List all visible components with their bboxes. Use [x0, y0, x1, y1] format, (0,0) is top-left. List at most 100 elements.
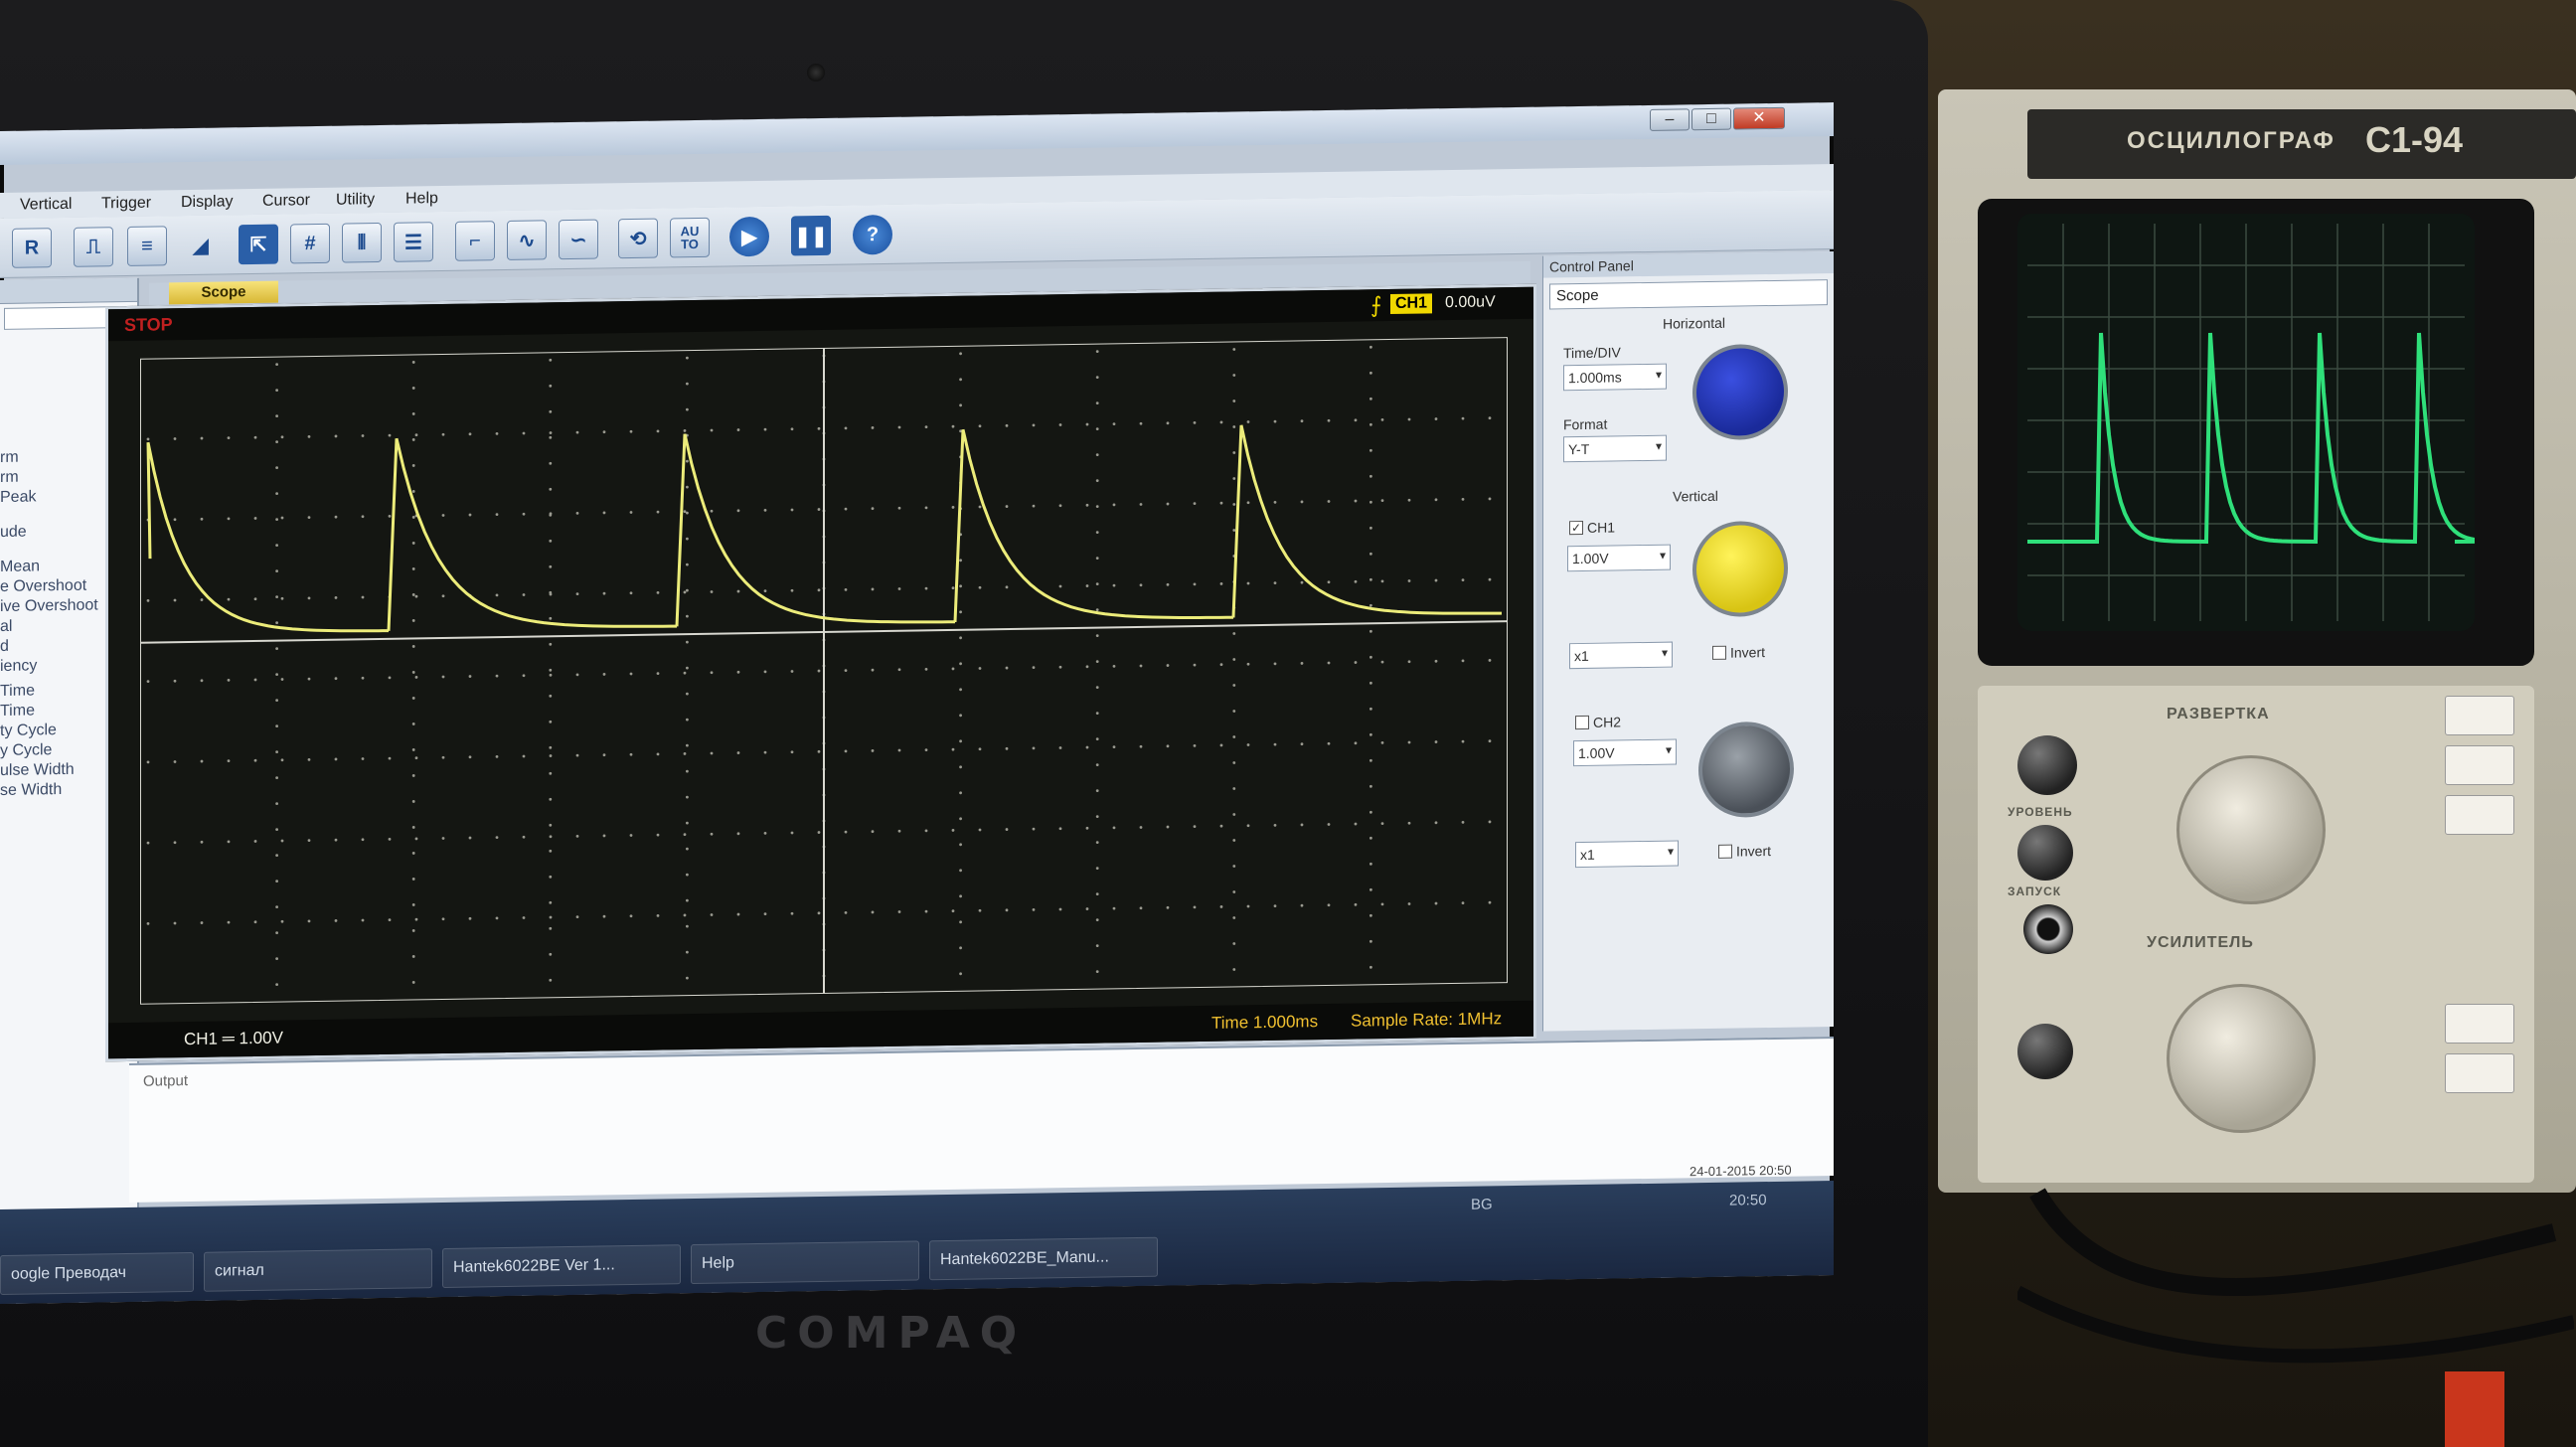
measurement-item[interactable]: Time: [0, 702, 35, 721]
measurement-item[interactable]: Peak: [0, 488, 36, 507]
ch2-volts-knob[interactable]: [1698, 721, 1794, 819]
grid-dot: [280, 839, 284, 843]
taskbar-item-manual[interactable]: Hantek6022BE_Manu...: [929, 1236, 1158, 1281]
menu-vertical[interactable]: Vertical: [20, 196, 72, 215]
pause-icon[interactable]: ❚❚: [791, 215, 831, 256]
ch1-volts-select[interactable]: 1.00V: [1567, 544, 1671, 572]
measurement-item[interactable]: rm: [0, 449, 19, 467]
crt-knob-3[interactable]: [2017, 1024, 2073, 1079]
measurement-item[interactable]: ive Overshoot: [0, 596, 98, 616]
tray-clock[interactable]: 20:50: [1729, 1192, 1767, 1209]
measurement-item[interactable]: d: [0, 638, 9, 656]
tray-language[interactable]: BG: [1471, 1196, 1493, 1212]
ch1-invert-checkbox[interactable]: Invert: [1712, 644, 1765, 661]
measurement-item[interactable]: Mean: [0, 558, 40, 576]
ch2-checkbox[interactable]: CH2: [1575, 714, 1621, 730]
crt-button-1[interactable]: [2445, 696, 2514, 735]
sweep-dial[interactable]: [2176, 755, 2326, 904]
time-div-knob[interactable]: [1692, 343, 1788, 441]
maximize-button[interactable]: □: [1691, 107, 1731, 131]
grid-dot: [1005, 666, 1009, 670]
measurement-item[interactable]: iency: [0, 657, 37, 676]
grid-dot: [468, 675, 472, 678]
ch2-invert-checkbox[interactable]: Invert: [1718, 843, 1771, 860]
help-icon[interactable]: ?: [853, 214, 892, 255]
close-button[interactable]: ✕: [1733, 106, 1785, 130]
tab-scope[interactable]: Scope: [169, 280, 278, 305]
ch2-volts-select[interactable]: 1.00V: [1573, 738, 1677, 767]
measurement-item[interactable]: ty Cycle: [0, 722, 57, 740]
grid-dot: [411, 593, 415, 596]
sine-icon[interactable]: ∿: [507, 220, 547, 260]
play-icon[interactable]: ▶: [729, 216, 769, 257]
crt-button-5[interactable]: [2445, 1053, 2514, 1093]
measurement-item[interactable]: rm: [0, 469, 19, 487]
menu-display[interactable]: Display: [181, 193, 233, 212]
step-icon[interactable]: ⌐: [455, 221, 495, 261]
grid-dot: [1300, 742, 1304, 746]
menu-trigger[interactable]: Trigger: [101, 195, 151, 214]
crt-button-3[interactable]: [2445, 795, 2514, 835]
grid-dot: [844, 587, 848, 591]
grid-dot: [275, 931, 279, 935]
refresh-icon[interactable]: ⟲: [618, 218, 658, 259]
measurement-item[interactable]: e Overshoot: [0, 577, 86, 596]
menu-cursor[interactable]: Cursor: [262, 192, 310, 211]
grid-dot: [275, 983, 279, 987]
laptop-bezel: COMPAQ – □ ✕ Vertical Trigger Display Cu…: [0, 0, 1928, 1447]
control-panel-selector[interactable]: Scope: [1549, 279, 1828, 310]
auto-icon[interactable]: AU TO: [670, 217, 710, 258]
scope-display[interactable]: STOP ⨍ CH1 0.00uV CH1 ═ 1.00V Time 1.000…: [105, 283, 1536, 1062]
wave-icon[interactable]: ∽: [559, 219, 598, 260]
fall-icon[interactable]: ≡: [127, 226, 167, 266]
measurement-item[interactable]: ude: [0, 524, 27, 542]
grid-dot: [1095, 686, 1099, 690]
crt-button-2[interactable]: [2445, 745, 2514, 785]
grid-dot: [1058, 746, 1062, 749]
measurement-item[interactable]: Time: [0, 682, 35, 701]
vbar-icon[interactable]: ⦀: [342, 222, 382, 263]
measurement-item[interactable]: y Cycle: [0, 741, 52, 760]
measurement-item[interactable]: al: [0, 618, 12, 636]
taskbar-item-signal[interactable]: сигнал: [204, 1248, 432, 1292]
amplifier-dial[interactable]: [2167, 984, 2316, 1133]
bnc-input[interactable]: [2023, 904, 2073, 954]
grid-dot: [1327, 903, 1331, 907]
measurement-item[interactable]: ulse Width: [0, 761, 75, 780]
taskbar-item-hantek[interactable]: Hantek6022BE Ver 1...: [442, 1244, 681, 1289]
cursor-icon[interactable]: ⇱: [239, 224, 278, 265]
taskbar-item-help[interactable]: Help: [691, 1240, 919, 1285]
ch1-probe-select[interactable]: x1: [1569, 641, 1673, 670]
ch1-volts-knob[interactable]: [1692, 520, 1788, 618]
grid-dot: [1085, 503, 1089, 507]
hbar-icon[interactable]: ☰: [394, 222, 433, 262]
taskbar-item-translator[interactable]: oogle Преводач: [0, 1251, 194, 1295]
minimize-button[interactable]: –: [1650, 108, 1690, 131]
grid-dot: [951, 506, 955, 509]
ch2-probe-select[interactable]: x1: [1575, 840, 1679, 869]
grid-dot: [1085, 584, 1089, 587]
grid-dot: [656, 510, 660, 514]
menu-utility[interactable]: Utility: [336, 191, 375, 210]
grid-dot: [1488, 820, 1492, 824]
grid-icon[interactable]: #: [290, 223, 330, 264]
grid-dot: [1369, 629, 1372, 633]
grid-dot: [1488, 739, 1492, 743]
measurement-item[interactable]: se Width: [0, 781, 62, 800]
time-div-select[interactable]: 1.000ms: [1563, 363, 1667, 392]
crt-knob-2[interactable]: [2017, 825, 2073, 881]
crt-knob-1[interactable]: [2017, 735, 2077, 795]
format-select[interactable]: Y-T: [1563, 434, 1667, 463]
ch1-checkbox[interactable]: ✓ CH1: [1569, 519, 1615, 536]
grid-dot: [441, 837, 445, 840]
grid-dot: [686, 563, 689, 566]
grid-dot: [275, 776, 279, 780]
run-stop-icon[interactable]: R: [12, 228, 52, 268]
ramp-icon[interactable]: ◢: [181, 226, 221, 266]
menu-help[interactable]: Help: [405, 190, 438, 209]
rise-icon[interactable]: ⎍: [74, 227, 113, 267]
grid-dot: [978, 667, 982, 670]
grid-dot: [897, 587, 901, 590]
grid-dot: [414, 837, 418, 841]
crt-button-4[interactable]: [2445, 1004, 2514, 1044]
